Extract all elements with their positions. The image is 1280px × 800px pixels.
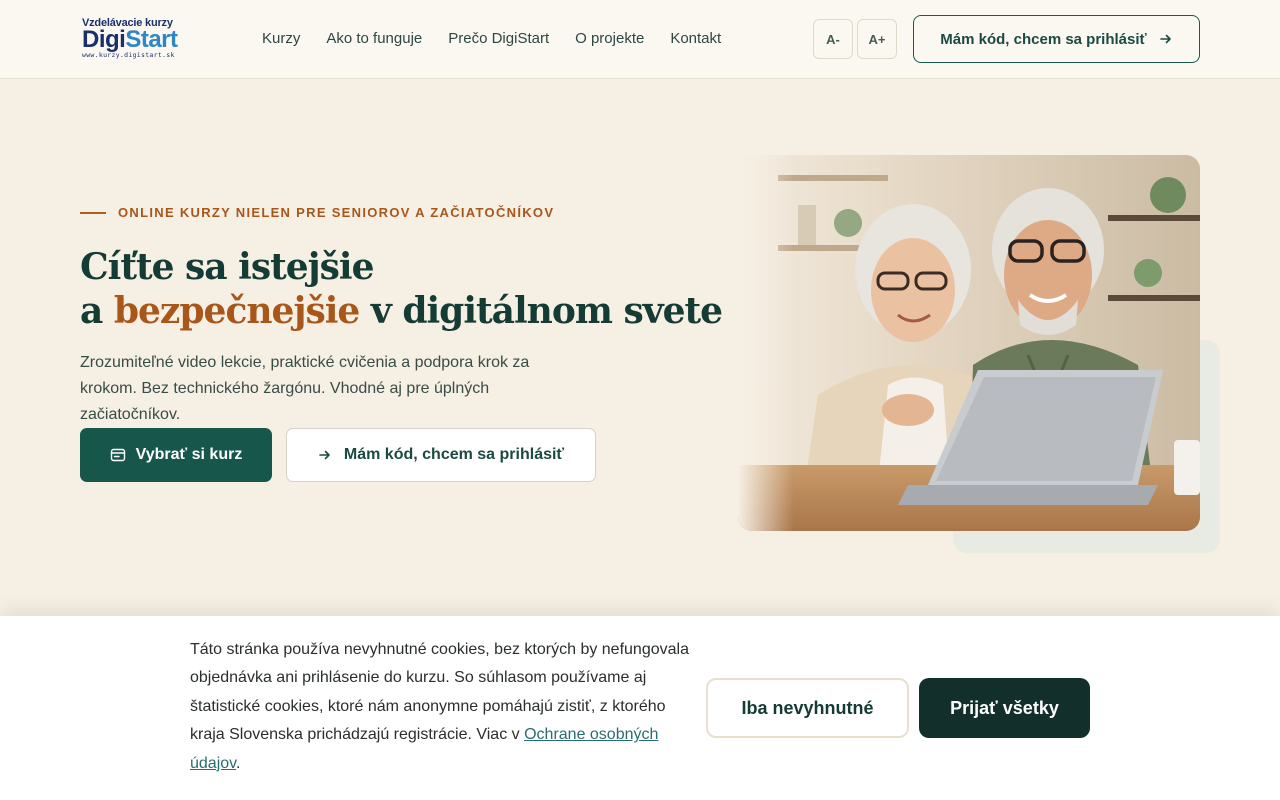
hero-title: Cíťte sa istejšie a bezpečnejšie v digit…	[80, 245, 723, 333]
decrease-font-button[interactable]: A-	[813, 19, 853, 59]
nav-item-kontakt[interactable]: Kontakt	[670, 29, 721, 49]
hero-login-button[interactable]: Mám kód, chcem sa prihlásiť	[286, 428, 596, 482]
eyebrow-line	[80, 211, 106, 214]
hero-eyebrow: ONLINE KURZY NIELEN PRE SENIOROV A ZAČIA…	[80, 205, 554, 220]
arrow-right-icon	[1159, 34, 1171, 44]
choose-course-label: Vybrať si kurz	[135, 446, 243, 463]
brand-logo[interactable]: Vzdelávacie kurzy DigiStart www.kurzy.di…	[82, 18, 192, 60]
hero-login-label: Mám kód, chcem sa prihlásiť	[343, 446, 565, 463]
cookie-text-end: .	[235, 754, 241, 772]
hero-title-prefix: a	[80, 290, 114, 332]
accept-necessary-button[interactable]: Iba nevyhnutné	[706, 678, 909, 738]
nav-item-preco-digistart[interactable]: Prečo DigiStart	[448, 29, 549, 49]
site-header: Vzdelávacie kurzy DigiStart www.kurzy.di…	[0, 0, 1280, 79]
header-login-button[interactable]: Mám kód, chcem sa prihlásiť	[913, 15, 1200, 63]
cookie-banner: Táto stránka používa nevyhnutné cookies,…	[0, 616, 1280, 800]
logo-wordmark: DigiStart	[82, 26, 192, 53]
hero-title-accent: bezpečnejšie	[113, 290, 360, 332]
arrow-right-icon	[319, 450, 330, 460]
nav-item-ako-to-funguje[interactable]: Ako to funguje	[326, 29, 422, 49]
hero-lede: Zrozumiteľné video lekcie, praktické cvi…	[80, 354, 530, 423]
seniors-with-laptop-photo	[738, 155, 1200, 531]
increase-font-button[interactable]: A+	[857, 19, 897, 59]
logo-name-part2: Start	[125, 26, 178, 53]
choose-course-button[interactable]: Vybrať si kurz	[80, 428, 272, 482]
main-nav: Kurzy Ako to funguje Prečo DigiStart O p…	[262, 29, 721, 49]
nav-item-kurzy[interactable]: Kurzy	[262, 29, 300, 49]
hero-photo	[738, 155, 1200, 531]
hero-title-line1: Cíťte sa istejšie	[80, 246, 374, 288]
nav-item-o-projekte[interactable]: O projekte	[575, 29, 644, 49]
hero-title-suffix: v digitálnom svete	[359, 290, 723, 332]
eyebrow-text: ONLINE KURZY NIELEN PRE SENIOROV A ZAČIA…	[118, 205, 555, 220]
header-login-label: Mám kód, chcem sa prihlásiť	[940, 30, 1147, 48]
logo-name-part1: Digi	[82, 26, 126, 53]
catalog-icon	[110, 448, 125, 462]
cookie-text: Táto stránka používa nevyhnutné cookies,…	[190, 636, 690, 778]
accept-all-button[interactable]: Prijať všetky	[919, 678, 1090, 738]
